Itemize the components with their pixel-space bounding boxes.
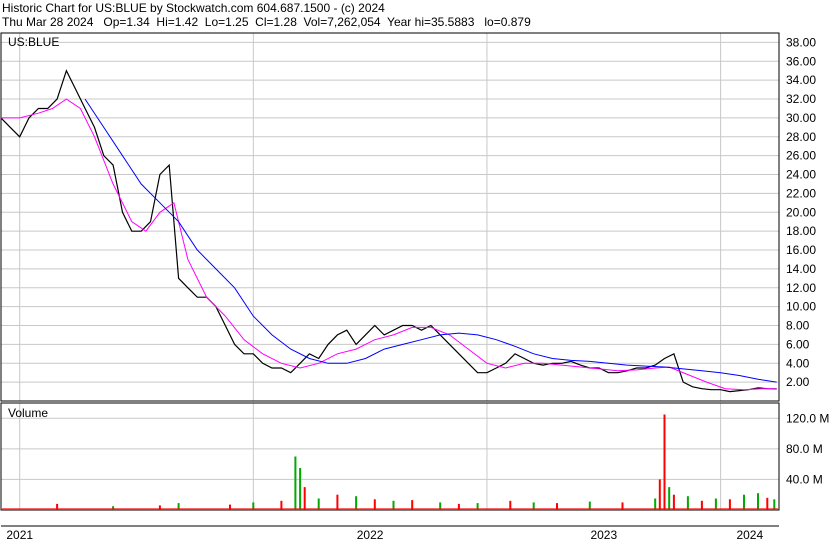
volume-bar xyxy=(663,414,666,510)
volume-tick-label: 40.0 M xyxy=(786,472,823,486)
price-panel-frame xyxy=(0,32,780,402)
moving-average-short-line xyxy=(1,98,777,391)
volume-bar xyxy=(299,468,302,510)
price-tick-label: 12.00 xyxy=(786,281,816,295)
x-tick-label: 2022 xyxy=(357,528,384,542)
volume-bar xyxy=(668,487,671,510)
price-tick-label: 2.00 xyxy=(786,375,810,389)
volume-panel-frame xyxy=(0,402,780,511)
volume-tick-label: 80.0 M xyxy=(786,442,823,456)
price-tick-label: 6.00 xyxy=(786,337,810,351)
price-y-axis: 2.00 4.00 6.00 8.00 10.00 12.00 14.00 16.00 18.0… xyxy=(786,35,816,389)
x-axis: 2021 2022 2023 2024 xyxy=(1,525,779,542)
x-tick-label: 2023 xyxy=(590,528,617,542)
price-tick-label: 22.00 xyxy=(786,186,816,200)
volume-bar xyxy=(743,494,745,510)
volume-panel-title: Volume xyxy=(8,406,48,420)
price-tick-label: 16.00 xyxy=(786,243,816,257)
price-tick-label: 38.00 xyxy=(786,35,816,49)
price-tick-label: 18.00 xyxy=(786,224,816,238)
price-tick-label: 8.00 xyxy=(786,319,810,333)
price-tick-label: 30.00 xyxy=(786,111,816,125)
stock-chart: US:BLUE Volume 2.00 4.00 6.00 8.00 10.00 12.0… xyxy=(0,32,829,542)
volume-bar xyxy=(658,479,661,510)
price-tick-label: 14.00 xyxy=(786,262,816,276)
moving-average-long-line xyxy=(84,98,777,383)
volume-bar xyxy=(303,487,306,510)
chart-stage: Historic Chart for US:BLUE by Stockwatch… xyxy=(0,0,830,543)
price-panel-title: US:BLUE xyxy=(8,35,59,49)
price-tick-label: 4.00 xyxy=(786,356,810,370)
volume-grid xyxy=(1,403,779,510)
volume-bar xyxy=(757,493,759,510)
volume-tick-label: 120.0 M xyxy=(786,411,829,425)
volume-baseline xyxy=(2,508,778,510)
volume-bar xyxy=(672,494,675,510)
volume-bar xyxy=(294,456,297,510)
volume-bars xyxy=(2,414,778,510)
price-tick-label: 24.00 xyxy=(786,168,816,182)
price-tick-label: 10.00 xyxy=(786,300,816,314)
volume-y-axis: 40.0 M 80.0 M 120.0 M xyxy=(786,411,829,486)
price-tick-label: 34.00 xyxy=(786,73,816,87)
price-tick-label: 28.00 xyxy=(786,130,816,144)
volume-bar xyxy=(355,496,358,510)
price-grid xyxy=(1,33,779,401)
price-tick-label: 36.00 xyxy=(786,54,816,68)
price-tick-label: 32.00 xyxy=(786,92,816,106)
x-tick-label: 2021 xyxy=(6,528,33,542)
price-tick-label: 26.00 xyxy=(786,149,816,163)
volume-bar xyxy=(686,496,689,510)
volume-bar xyxy=(336,494,339,510)
x-tick-label: 2024 xyxy=(736,528,763,542)
price-tick-label: 20.00 xyxy=(786,205,816,219)
